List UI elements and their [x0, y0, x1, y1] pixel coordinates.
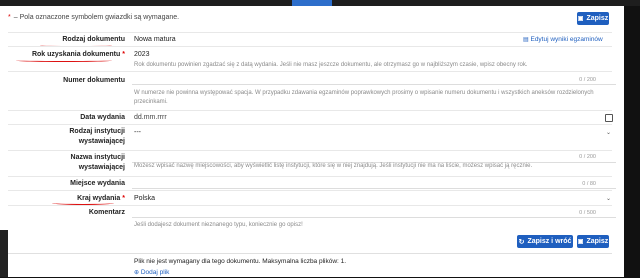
- files-note: Plik nie jest wymagany dla tego dokument…: [134, 258, 347, 265]
- left-edge: [0, 230, 8, 277]
- year-hint: Rok dokumentu powinien zgadzać się z dat…: [134, 62, 528, 68]
- calendar-icon[interactable]: [605, 114, 613, 122]
- required-note: * – Pola oznaczone symbolem gwiazdki są w…: [8, 14, 179, 21]
- save-return-button[interactable]: ↻ Zapisz i wróć: [517, 235, 573, 248]
- institution-name-label: Nazwa instytucji wystawiającej: [70, 154, 125, 171]
- chevron-down-icon[interactable]: ⌄: [606, 129, 611, 136]
- save-return-label: Zapisz i wróć: [527, 238, 572, 245]
- place-counter: 0 / 80: [582, 181, 596, 187]
- institution-name-hint: Możesz wpisać nazwę miejscowości, aby wy…: [134, 163, 533, 169]
- doc-number-label: Numer dokumentu: [63, 77, 125, 84]
- refresh-icon: ↻: [518, 238, 525, 246]
- comment-hint: Jeśli dodajesz dokument nieznanego typu,…: [134, 222, 303, 228]
- place-input[interactable]: [132, 177, 616, 189]
- institution-name-counter: 0 / 200: [579, 154, 596, 160]
- red-underline-year: [16, 59, 112, 62]
- save-icon: ▣: [577, 239, 584, 245]
- files-section: Plik nie jest wymagany dla tego dokument…: [8, 253, 612, 278]
- add-file-button[interactable]: ⊕ Dodaj plik: [134, 269, 169, 276]
- save-button-bottom[interactable]: ▣ Zapisz: [577, 235, 609, 248]
- row-institution-name: Nazwa instytucji wystawiającej 0 / 200 M…: [8, 150, 616, 177]
- required-star: *: [122, 51, 125, 58]
- form-panel: * – Pola oznaczone symbolem gwiazdki są w…: [0, 0, 624, 277]
- plus-circle-icon: ⊕: [134, 270, 140, 276]
- edit-results-label: Edytuj wyniki egzaminów: [530, 36, 603, 43]
- edit-results-link[interactable]: ▤ Edytuj wyniki egzaminów: [523, 36, 603, 43]
- top-bar-accent: [292, 0, 332, 6]
- place-label: Miejsce wydania: [70, 180, 125, 187]
- comment-input[interactable]: [132, 206, 616, 218]
- row-institution-type: Rodzaj instytucji wystawiającej --- ⌄: [8, 124, 612, 149]
- required-star: *: [122, 195, 125, 202]
- year-label-text: Rok uzyskania dokumentu: [31, 51, 121, 58]
- comment-counter: 0 / 500: [579, 210, 596, 216]
- institution-type-select[interactable]: ---: [134, 129, 141, 136]
- doc-type-value: Nowa matura: [134, 36, 176, 43]
- issue-date-label: Data wydania: [80, 114, 125, 121]
- doc-number-input[interactable]: [132, 73, 616, 85]
- add-file-label: Dodaj plik: [140, 269, 170, 276]
- required-note-text: – Pola oznaczone symbolem gwiazdki są wy…: [13, 14, 180, 21]
- year-input[interactable]: 2023: [134, 51, 150, 58]
- comment-label: Komentarz: [88, 209, 125, 216]
- row-place: Miejsce wydania 0 / 80: [8, 176, 616, 191]
- doc-number-counter: 0 / 200: [579, 77, 596, 83]
- issue-date-input[interactable]: dd.mm.rrrr: [134, 114, 167, 121]
- save-button-top[interactable]: ▣ Zapisz: [577, 12, 609, 25]
- save-icon: ▣: [577, 16, 584, 22]
- required-star: *: [8, 14, 11, 21]
- row-year: Rok uzyskania dokumentu * 2023 Rok dokume…: [8, 46, 612, 69]
- row-doc-number: Numer dokumentu 0 / 200 W numerze nie po…: [8, 71, 616, 109]
- chevron-down-icon[interactable]: ⌄: [606, 195, 611, 202]
- institution-type-label: Rodzaj instytucji wystawiającej: [69, 128, 125, 145]
- save-label: Zapisz: [586, 238, 609, 245]
- row-issue-date: Data wydania dd.mm.rrrr: [8, 110, 613, 125]
- doc-number-hint: W numerze nie powinna występować spacja.…: [134, 90, 594, 105]
- country-select[interactable]: Polska: [134, 195, 155, 202]
- edit-icon: ▤: [523, 37, 529, 43]
- row-comment: Komentarz 0 / 500 Jeśli dodajesz dokumen…: [8, 205, 616, 234]
- save-label: Zapisz: [586, 15, 609, 22]
- top-bar: [0, 0, 640, 6]
